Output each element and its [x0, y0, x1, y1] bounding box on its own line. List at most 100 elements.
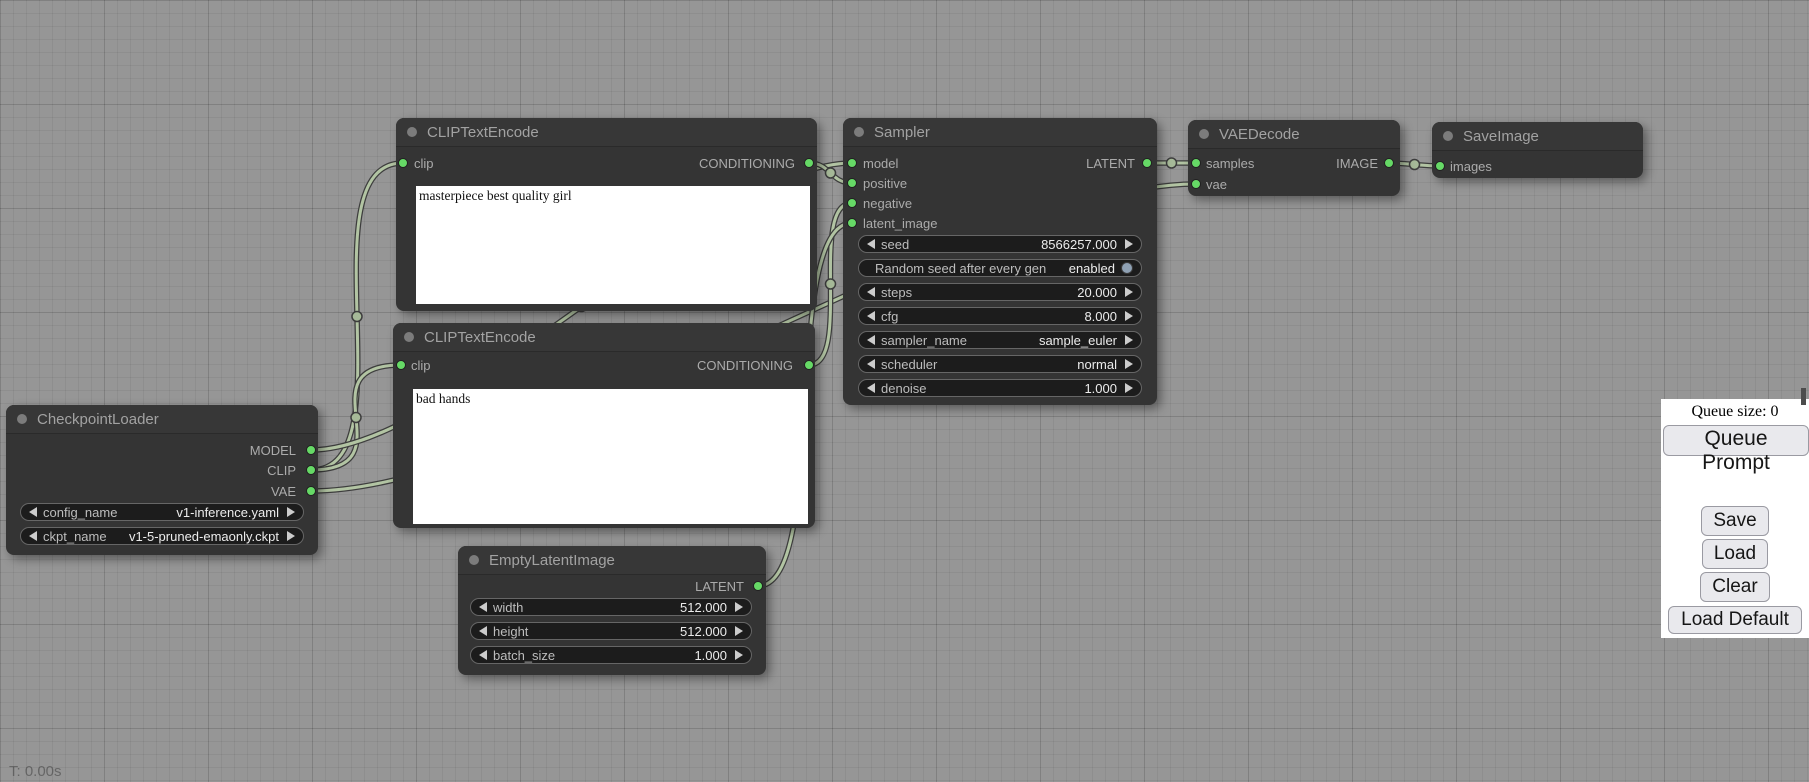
seed-widget[interactable]: seed 8566257.000 [858, 235, 1142, 253]
node-vae-decode[interactable]: VAEDecode samples vae IMAGE [1188, 120, 1400, 196]
output-label-conditioning: CONDITIONING [697, 358, 793, 373]
input-port-samples[interactable] [1191, 158, 1201, 168]
widget-value: 1.000 [1084, 381, 1117, 396]
collapse-dot-icon[interactable] [17, 414, 27, 424]
height-widget[interactable]: height 512.000 [470, 622, 752, 640]
node-checkpoint-loader[interactable]: CheckpointLoader MODEL CLIP VAE config_n… [6, 405, 318, 555]
node-clip-text-encode-negative[interactable]: CLIPTextEncode clip CONDITIONING bad han… [393, 323, 815, 528]
node-header[interactable]: EmptyLatentImage [458, 546, 766, 575]
input-label-clip: clip [414, 156, 434, 171]
decrement-arrow-icon[interactable] [867, 335, 875, 345]
increment-arrow-icon[interactable] [1125, 287, 1133, 297]
node-empty-latent-image[interactable]: EmptyLatentImage LATENT width 512.000 he… [458, 546, 766, 675]
input-port-model[interactable] [847, 158, 857, 168]
collapse-dot-icon[interactable] [854, 127, 864, 137]
node-save-image[interactable]: SaveImage images [1432, 122, 1643, 178]
output-label-conditioning: CONDITIONING [699, 156, 795, 171]
node-sampler[interactable]: Sampler model positive negative latent_i… [843, 118, 1157, 405]
widget-label: steps [881, 285, 912, 300]
input-port-clip[interactable] [396, 360, 406, 370]
cfg-widget[interactable]: cfg 8.000 [858, 307, 1142, 325]
output-port-latent[interactable] [753, 581, 763, 591]
widget-label: sampler_name [881, 333, 967, 348]
comfyui-canvas[interactable]: { "checkpoint_loader": { "title": "Check… [0, 0, 1809, 782]
decrement-arrow-icon[interactable] [29, 531, 37, 541]
input-port-latent-image[interactable] [847, 218, 857, 228]
increment-arrow-icon[interactable] [1125, 335, 1133, 345]
node-clip-text-encode-positive[interactable]: CLIPTextEncode clip CONDITIONING masterp… [396, 118, 817, 311]
output-port-model[interactable] [306, 445, 316, 455]
decrement-arrow-icon[interactable] [29, 507, 37, 517]
denoise-widget[interactable]: denoise 1.000 [858, 379, 1142, 397]
decrement-arrow-icon[interactable] [479, 650, 487, 660]
toggle-circle-icon[interactable] [1121, 262, 1133, 274]
increment-arrow-icon[interactable] [287, 531, 295, 541]
decrement-arrow-icon[interactable] [867, 311, 875, 321]
sampler-name-widget[interactable]: sampler_name sample_euler [858, 331, 1142, 349]
increment-arrow-icon[interactable] [1125, 383, 1133, 393]
collapse-dot-icon[interactable] [469, 555, 479, 565]
input-port-images[interactable] [1435, 161, 1445, 171]
negative-prompt-textarea[interactable]: bad hands [413, 389, 808, 524]
decrement-arrow-icon[interactable] [479, 626, 487, 636]
width-widget[interactable]: width 512.000 [470, 598, 752, 616]
decrement-arrow-icon[interactable] [867, 287, 875, 297]
widget-value: 8566257.000 [1041, 237, 1117, 252]
clear-button[interactable]: Clear [1700, 572, 1769, 602]
input-port-vae[interactable] [1191, 179, 1201, 189]
collapse-dot-icon[interactable] [1199, 129, 1209, 139]
increment-arrow-icon[interactable] [1125, 239, 1133, 249]
random-seed-toggle-widget[interactable]: Random seed after every gen enabled [858, 259, 1142, 277]
config-name-widget[interactable]: config_name v1-inference.yaml [20, 503, 304, 521]
load-button[interactable]: Load [1702, 539, 1768, 569]
node-header[interactable]: CheckpointLoader [6, 405, 318, 434]
node-header[interactable]: Sampler [843, 118, 1157, 147]
input-label-model: model [863, 156, 898, 171]
decrement-arrow-icon[interactable] [867, 383, 875, 393]
increment-arrow-icon[interactable] [735, 626, 743, 636]
node-header[interactable]: CLIPTextEncode [393, 323, 815, 352]
output-port-clip[interactable] [306, 465, 316, 475]
widget-value: v1-5-pruned-emaonly.ckpt [129, 529, 279, 544]
node-header[interactable]: CLIPTextEncode [396, 118, 817, 147]
widget-label: config_name [43, 505, 117, 520]
decrement-arrow-icon[interactable] [867, 239, 875, 249]
widget-value: 20.000 [1077, 285, 1117, 300]
input-port-clip[interactable] [398, 158, 408, 168]
increment-arrow-icon[interactable] [1125, 311, 1133, 321]
output-port-image[interactable] [1384, 158, 1394, 168]
positive-prompt-textarea[interactable]: masterpiece best quality girl [416, 186, 810, 304]
widget-value: 1.000 [694, 648, 727, 663]
scheduler-widget[interactable]: scheduler normal [858, 355, 1142, 373]
output-port-conditioning[interactable] [804, 360, 814, 370]
output-label-latent: LATENT [1086, 156, 1135, 171]
steps-widget[interactable]: steps 20.000 [858, 283, 1142, 301]
scrollbar-thumb[interactable] [1801, 388, 1806, 405]
node-title: EmptyLatentImage [489, 552, 615, 569]
decrement-arrow-icon[interactable] [867, 359, 875, 369]
input-port-negative[interactable] [847, 198, 857, 208]
collapse-dot-icon[interactable] [404, 332, 414, 342]
increment-arrow-icon[interactable] [1125, 359, 1133, 369]
save-button[interactable]: Save [1701, 506, 1768, 536]
collapse-dot-icon[interactable] [1443, 131, 1453, 141]
ckpt-name-widget[interactable]: ckpt_name v1-5-pruned-emaonly.ckpt [20, 527, 304, 545]
output-port-latent[interactable] [1142, 158, 1152, 168]
queue-prompt-button[interactable]: Queue Prompt [1663, 425, 1809, 456]
widget-label: width [493, 600, 523, 615]
collapse-dot-icon[interactable] [407, 127, 417, 137]
node-header[interactable]: VAEDecode [1188, 120, 1400, 149]
increment-arrow-icon[interactable] [287, 507, 295, 517]
output-port-conditioning[interactable] [804, 158, 814, 168]
increment-arrow-icon[interactable] [735, 650, 743, 660]
input-port-positive[interactable] [847, 178, 857, 188]
node-title: CLIPTextEncode [427, 124, 539, 141]
node-title: CLIPTextEncode [424, 329, 536, 346]
node-header[interactable]: SaveImage [1432, 122, 1643, 151]
batch-size-widget[interactable]: batch_size 1.000 [470, 646, 752, 664]
output-port-vae[interactable] [306, 486, 316, 496]
decrement-arrow-icon[interactable] [479, 602, 487, 612]
load-default-button[interactable]: Load Default [1668, 606, 1802, 634]
increment-arrow-icon[interactable] [735, 602, 743, 612]
widget-value: v1-inference.yaml [176, 505, 279, 520]
